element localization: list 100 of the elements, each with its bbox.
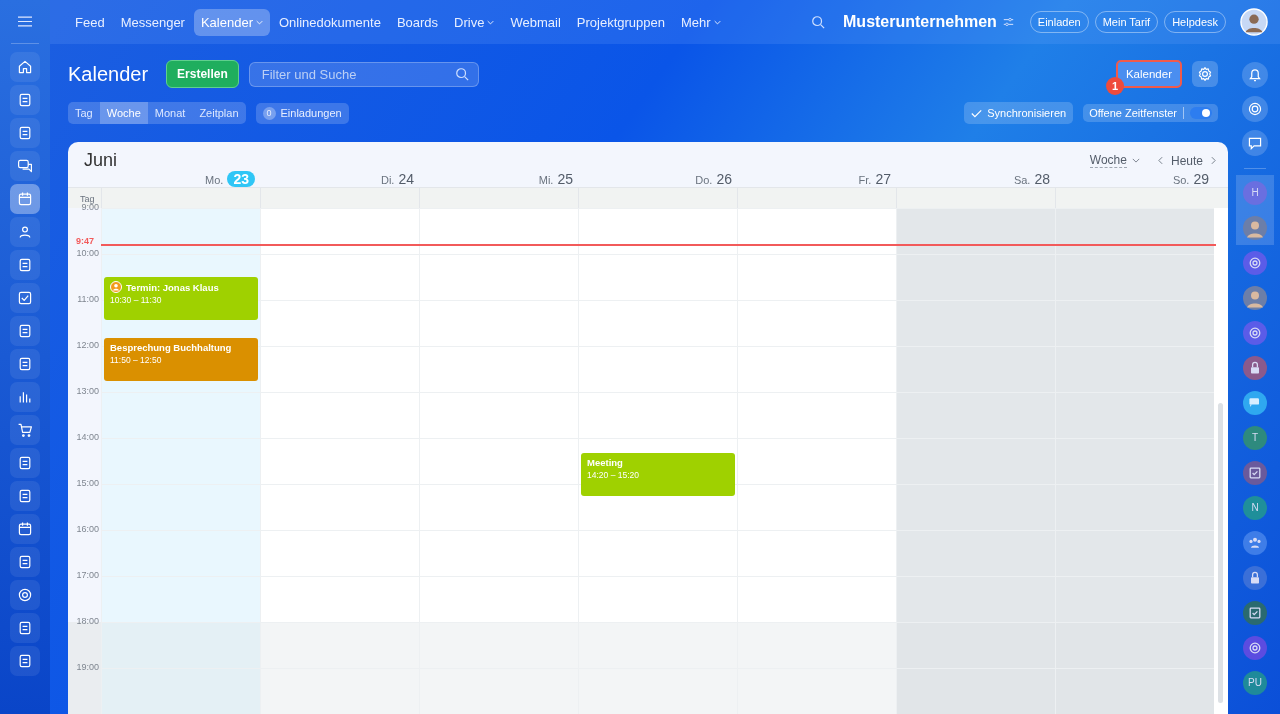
settings-button[interactable]: [1192, 61, 1218, 87]
home-icon[interactable]: [17, 58, 33, 75]
spiral-icon[interactable]: [1242, 96, 1268, 122]
scrollbar[interactable]: [1218, 403, 1223, 703]
nav-tab[interactable]: Messenger: [113, 8, 192, 36]
caret-icon[interactable]: [1131, 158, 1140, 163]
day-number[interactable]: 25: [557, 171, 573, 187]
search-icon[interactable]: [454, 66, 469, 81]
spiral-icon[interactable]: [1243, 250, 1267, 275]
nav-tab[interactable]: Mehr: [673, 8, 728, 36]
nav-tab[interactable]: Drive: [447, 8, 502, 36]
view-dropdown[interactable]: Woche: [1089, 153, 1140, 168]
hour-label: 17:00: [76, 570, 99, 580]
sidebar-item[interactable]: [10, 612, 40, 643]
calendar-event[interactable]: Besprechung Buchhaltung 11:50 – 12:50: [104, 338, 258, 382]
sidebar-item[interactable]: [10, 216, 40, 247]
search-icon[interactable]: [811, 15, 826, 29]
doc-icon[interactable]: [17, 124, 33, 141]
hour-label: 10:00: [76, 248, 99, 258]
day-name: So.: [1172, 174, 1190, 186]
settings-icon[interactable]: [1002, 17, 1014, 27]
checkbox-icon[interactable]: [1243, 460, 1267, 485]
sync-button[interactable]: Synchronisieren: [964, 102, 1074, 124]
hour-label: 11:00: [77, 294, 99, 304]
day-name: Do.: [695, 174, 713, 186]
nav-tab[interactable]: Webmail: [503, 8, 568, 36]
chat-avatar[interactable]: N: [1243, 495, 1267, 520]
sidebar-item[interactable]: [10, 315, 40, 346]
page-icon[interactable]: [17, 256, 33, 273]
create-button[interactable]: Erstellen: [166, 60, 239, 88]
view-tab[interactable]: Woche: [99, 102, 148, 124]
day-name: Fr.: [858, 174, 872, 186]
sidebar-item[interactable]: [10, 414, 40, 445]
event-time: 14:20 – 15:20: [587, 470, 640, 481]
spiral-icon[interactable]: [1243, 320, 1267, 345]
checkbox-icon[interactable]: [1243, 600, 1267, 625]
today-button[interactable]: Heute: [1170, 153, 1203, 168]
day-name: Di.: [380, 174, 395, 186]
nav-tab[interactable]: Onlinedokumente: [272, 8, 388, 36]
cart-icon[interactable]: [17, 421, 33, 438]
menu-icon[interactable]: [18, 16, 32, 27]
sidebar-item[interactable]: [10, 447, 40, 478]
nav-tab[interactable]: Projektgruppen: [569, 8, 672, 36]
open-slots-control[interactable]: Offene Zeitfenster: [1083, 104, 1218, 122]
nav-tab[interactable]: Boards: [389, 8, 446, 36]
day-number[interactable]: 23: [227, 171, 255, 187]
chat-avatar[interactable]: PU: [1243, 670, 1267, 695]
chat-avatar[interactable]: H: [1243, 180, 1267, 205]
event-time: 11:50 – 12:50: [110, 355, 163, 366]
sidebar-item[interactable]: [10, 117, 40, 148]
view-tab[interactable]: Tag: [68, 102, 100, 124]
chat-icon[interactable]: [1243, 390, 1267, 415]
hour-label: 13:00: [76, 386, 99, 396]
sidebar-item[interactable]: [10, 348, 40, 379]
sidebar-item[interactable]: [10, 150, 40, 181]
group-icon[interactable]: [1243, 530, 1267, 555]
day-number[interactable]: 24: [398, 171, 414, 187]
bell-icon[interactable]: [1242, 62, 1268, 88]
day-number[interactable]: 28: [1034, 171, 1050, 187]
chat-icon[interactable]: [17, 157, 33, 174]
nav-tab[interactable]: Kalender: [193, 8, 270, 36]
gear-icon[interactable]: [1197, 66, 1213, 82]
day-number[interactable]: 27: [875, 171, 891, 187]
event-title: Besprechung Buchhaltung: [110, 342, 232, 354]
cal-icon[interactable]: [17, 190, 33, 207]
view-tab[interactable]: Zeitplan: [192, 102, 246, 124]
nav-tab[interactable]: Feed: [68, 8, 112, 36]
sidebar-item[interactable]: [10, 480, 40, 511]
calendar-button[interactable]: Kalender: [1115, 60, 1182, 88]
hour-label: 18:00: [76, 616, 99, 626]
check-icon[interactable]: [17, 289, 33, 306]
chat-avatar[interactable]: T: [1243, 425, 1267, 450]
company-name[interactable]: Musterunternehmen: [843, 13, 997, 31]
chat-icon[interactable]: [1242, 130, 1268, 156]
sidebar-item[interactable]: [10, 282, 40, 313]
sidebar-item[interactable]: [10, 645, 40, 676]
sidebar-item[interactable]: [10, 579, 40, 610]
invitations-button[interactable]: 0 Einladungen: [255, 102, 349, 124]
person-avatar[interactable]: [1243, 285, 1267, 310]
target-icon[interactable]: [17, 586, 33, 603]
day-number[interactable]: 26: [716, 171, 732, 187]
toggle-switch[interactable]: [1190, 107, 1212, 119]
lock-icon[interactable]: [1243, 565, 1267, 590]
sidebar-item[interactable]: [10, 546, 40, 577]
lock-icon[interactable]: [1243, 355, 1267, 380]
event-title: Termin: Jonas Klaus: [126, 281, 219, 293]
sidebar-item[interactable]: [10, 183, 40, 214]
sidebar-item[interactable]: [10, 381, 40, 412]
day-number[interactable]: 29: [1193, 171, 1209, 187]
hour-label: 19:00: [76, 662, 99, 672]
sidebar-item[interactable]: [10, 51, 40, 82]
sidebar-item[interactable]: [10, 249, 40, 280]
person-icon: [110, 281, 122, 293]
sidebar-item[interactable]: [10, 513, 40, 544]
check-icon[interactable]: [971, 108, 983, 118]
spiral-icon[interactable]: [1243, 635, 1267, 660]
view-tab[interactable]: Monat: [147, 102, 193, 124]
user-avatar[interactable]: [1240, 8, 1268, 36]
sidebar-item[interactable]: [10, 84, 40, 115]
hour-label: 15:00: [76, 478, 99, 488]
